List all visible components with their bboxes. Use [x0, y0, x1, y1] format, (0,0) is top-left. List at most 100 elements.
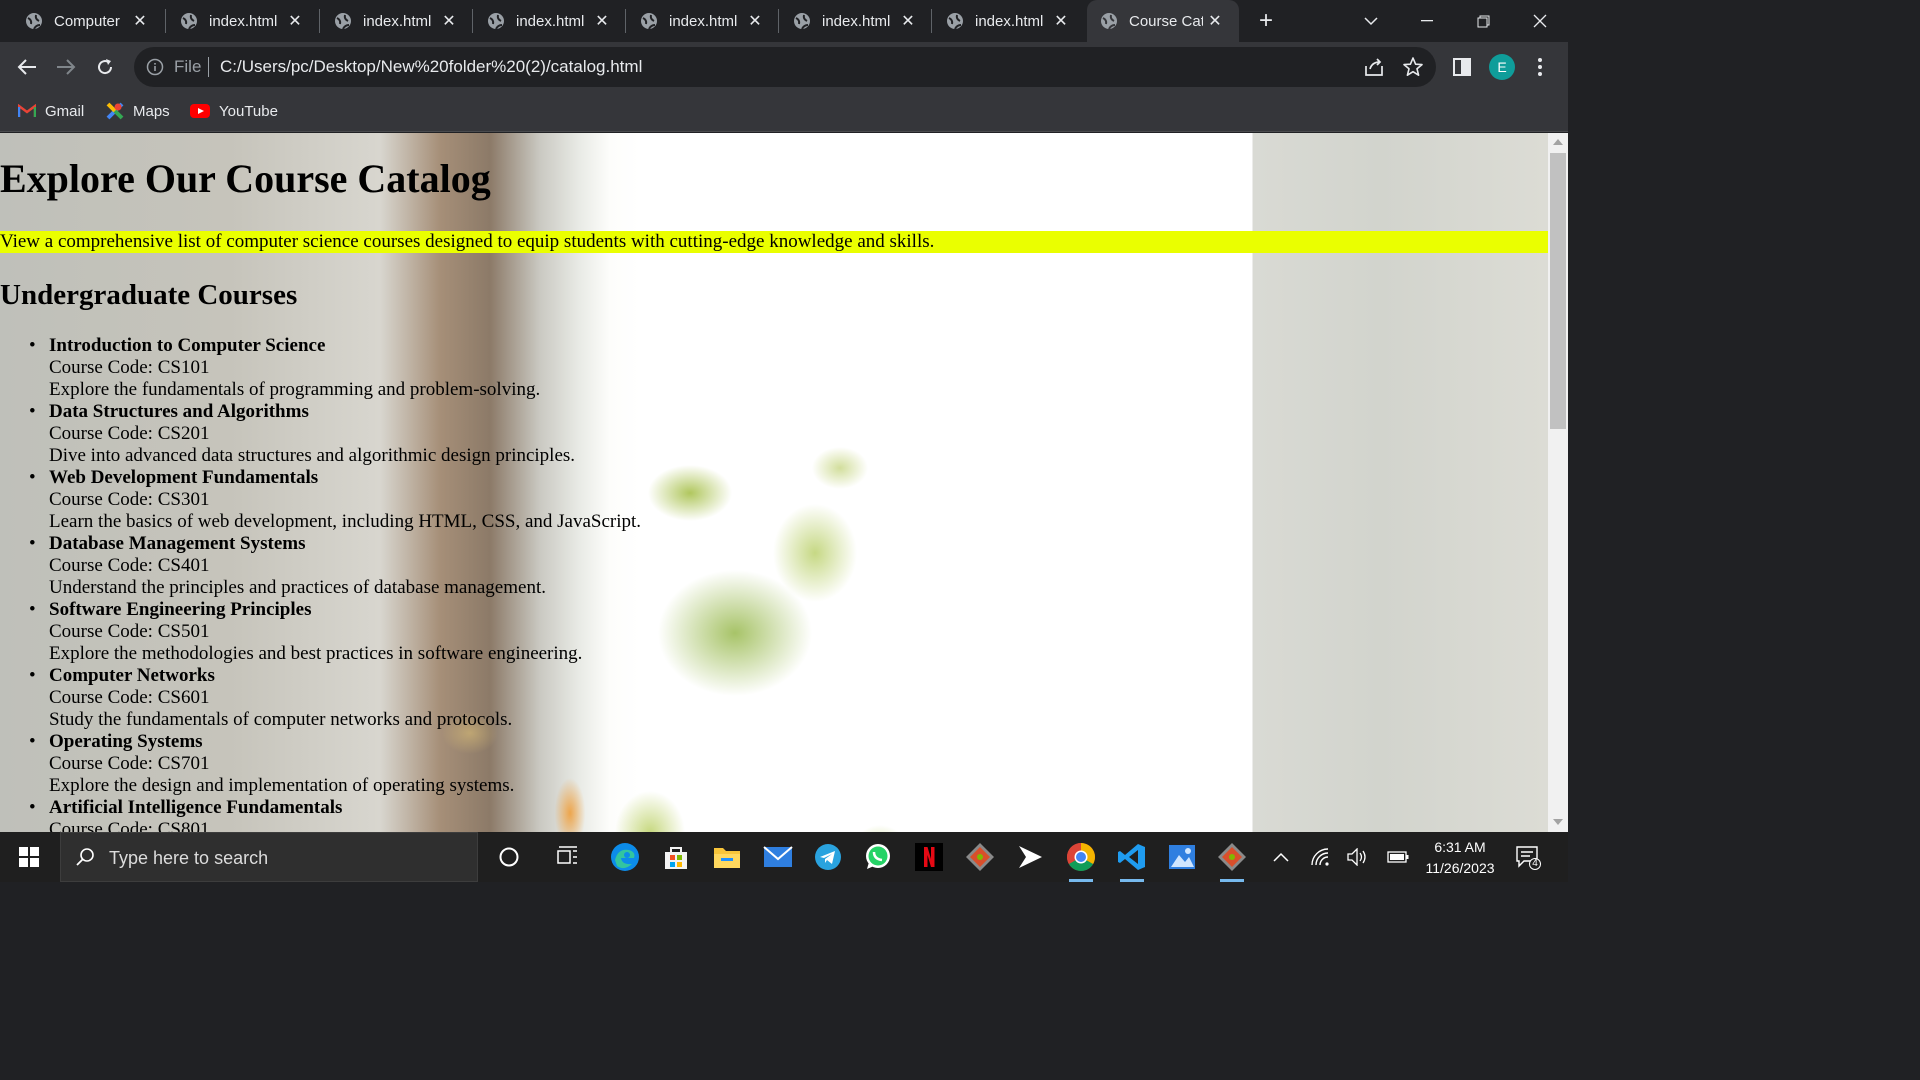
taskbar-app-photos[interactable] — [1166, 841, 1198, 873]
vscode-icon — [1118, 844, 1145, 870]
new-tab-button[interactable]: + — [1253, 7, 1279, 35]
taskbar-app-mail[interactable] — [762, 841, 794, 873]
globe-icon — [26, 13, 42, 30]
forward-button[interactable] — [53, 54, 79, 80]
tab-1[interactable]: Computer ✕ — [0, 0, 164, 42]
taskbar-app-vscode[interactable] — [1116, 841, 1148, 882]
bookmark-maps[interactable]: Maps — [106, 92, 170, 130]
task-view-button[interactable] — [552, 841, 584, 873]
tab-2[interactable]: index.html ✕ — [155, 0, 319, 42]
taskbar-app-terminal[interactable] — [1014, 841, 1046, 873]
reload-button[interactable] — [92, 54, 118, 80]
taskbar-app-git-2[interactable] — [1216, 841, 1248, 882]
info-icon[interactable] — [146, 58, 164, 76]
course-item: Introduction to Computer ScienceCourse C… — [29, 335, 641, 401]
gmail-icon — [18, 104, 36, 117]
close-icon[interactable]: ✕ — [128, 11, 152, 31]
tab-strip: Computer ✕ index.html ✕ index.html ✕ ind… — [0, 0, 1568, 42]
side-panel-icon[interactable] — [1451, 56, 1473, 78]
taskbar-app-netflix[interactable] — [913, 841, 945, 873]
course-item: Software Engineering PrinciplesCourse Co… — [29, 599, 641, 665]
cortana-icon — [499, 847, 519, 867]
course-description: Study the fundamentals of computer netwo… — [49, 709, 513, 730]
scroll-up-arrow-icon[interactable] — [1553, 139, 1563, 145]
taskbar-app-whatsapp[interactable] — [862, 841, 894, 873]
taskbar-app-chrome[interactable] — [1065, 841, 1097, 882]
vertical-scrollbar[interactable] — [1548, 133, 1568, 832]
taskbar-app-git[interactable] — [964, 841, 996, 873]
close-window-button[interactable] — [1512, 0, 1568, 42]
course-description: Learn the basics of web development, inc… — [49, 511, 642, 532]
bookmark-youtube[interactable]: YouTube — [190, 92, 278, 130]
course-name: Computer Networks — [49, 665, 215, 686]
tab-label: Course Cat — [1129, 12, 1203, 30]
course-code: Course Code: CS201 — [49, 423, 210, 444]
restore-icon — [1477, 15, 1489, 27]
telegram-icon — [815, 844, 841, 870]
restore-button[interactable] — [1455, 0, 1511, 42]
course-description: Explore the methodologies and best pract… — [49, 643, 583, 664]
globe-icon — [794, 13, 810, 30]
taskbar-app-file-explorer[interactable] — [711, 841, 743, 873]
bookmark-label: YouTube — [219, 102, 278, 120]
scroll-down-arrow-icon[interactable] — [1553, 819, 1563, 825]
volume-button[interactable] — [1342, 841, 1374, 873]
close-icon[interactable]: ✕ — [1203, 11, 1227, 31]
bookmark-gmail[interactable]: Gmail — [18, 92, 84, 130]
arrow-left-icon — [17, 59, 36, 75]
tab-4[interactable]: index.html ✕ — [462, 0, 626, 42]
youtube-icon — [190, 104, 210, 118]
minimize-button[interactable] — [1399, 0, 1455, 42]
tab-8-active[interactable]: Course Cat ✕ — [1087, 0, 1239, 42]
chrome-icon — [1067, 843, 1095, 871]
chevron-up-icon — [1273, 852, 1289, 862]
edge-icon — [611, 843, 639, 871]
course-item: Web Development FundamentalsCourse Code:… — [29, 467, 642, 533]
close-icon[interactable]: ✕ — [283, 11, 307, 31]
start-button[interactable] — [13, 841, 45, 873]
battery-button[interactable] — [1382, 841, 1414, 873]
taskbar-app-telegram[interactable] — [812, 841, 844, 873]
course-name: Operating Systems — [49, 731, 203, 752]
close-icon[interactable]: ✕ — [437, 11, 461, 31]
tab-label: index.html — [822, 12, 891, 30]
taskbar-search[interactable]: Type here to search — [60, 832, 478, 882]
course-description: Understand the principles and practices … — [49, 577, 546, 598]
tab-5[interactable]: index.html ✕ — [615, 0, 779, 42]
close-icon — [1533, 14, 1547, 28]
close-icon[interactable]: ✕ — [590, 11, 614, 31]
tab-3[interactable]: index.html ✕ — [309, 0, 473, 42]
url-text[interactable]: C:/Users/pc/Desktop/New%20folder%20(2)/c… — [220, 57, 642, 77]
close-icon[interactable]: ✕ — [896, 11, 920, 31]
profile-avatar[interactable]: E — [1489, 54, 1515, 80]
more-vertical-icon[interactable] — [1529, 56, 1551, 78]
share-icon[interactable] — [1363, 56, 1385, 78]
close-icon[interactable]: ✕ — [743, 11, 767, 31]
tab-6[interactable]: index.html ✕ — [768, 0, 932, 42]
bookmark-star-icon[interactable] — [1402, 56, 1424, 78]
whatsapp-icon — [866, 844, 890, 869]
section-heading: Undergraduate Courses — [0, 279, 298, 311]
taskbar-app-store[interactable] — [660, 841, 692, 873]
system-clock[interactable]: 6:31 AM 11/26/2023 — [1418, 837, 1502, 879]
taskbar-app-edge[interactable] — [609, 841, 641, 873]
notification-center-button[interactable]: 4 — [1512, 841, 1544, 873]
network-button[interactable] — [1305, 841, 1337, 873]
arrow-right-icon — [57, 59, 76, 75]
close-icon[interactable]: ✕ — [1049, 11, 1073, 31]
course-item: Artificial Intelligence FundamentalsCour… — [29, 797, 641, 832]
scrollbar-thumb[interactable] — [1550, 153, 1566, 429]
course-name: Web Development Fundamentals — [49, 467, 319, 488]
cortana-button[interactable] — [493, 841, 525, 873]
task-view-icon — [557, 846, 577, 864]
tab-search-button[interactable] — [1343, 0, 1399, 42]
scheme-label: File — [174, 57, 202, 76]
file-explorer-icon — [714, 848, 740, 868]
tab-7[interactable]: index.html ✕ — [921, 0, 1085, 42]
store-icon — [665, 847, 687, 869]
omnibox-divider — [208, 57, 209, 77]
show-hidden-icons-button[interactable] — [1265, 841, 1297, 873]
globe-icon — [335, 13, 351, 30]
back-button[interactable] — [14, 54, 40, 80]
address-bar[interactable]: File C:/Users/pc/Desktop/New%20folder%20… — [134, 47, 1436, 87]
